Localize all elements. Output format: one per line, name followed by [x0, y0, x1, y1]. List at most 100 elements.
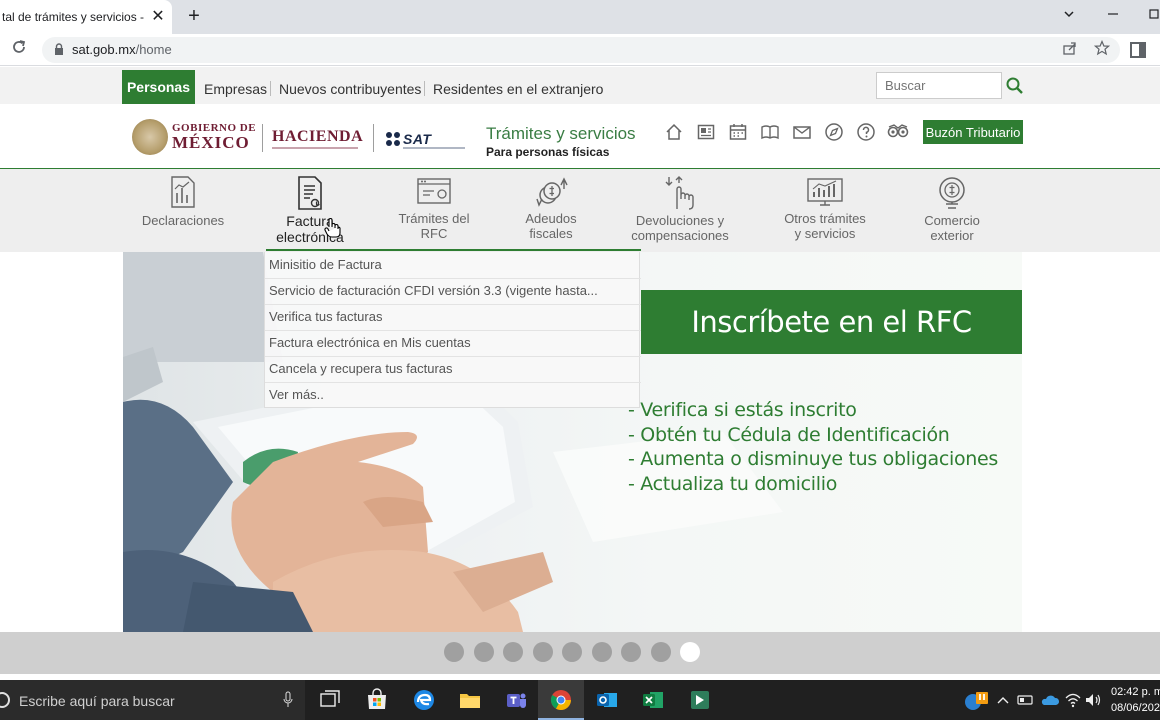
carousel-dot[interactable] [651, 642, 671, 662]
tab-search-chevron-icon[interactable] [1058, 5, 1080, 27]
nav-empresas[interactable]: Empresas [204, 81, 267, 97]
inscribete-rfc-banner[interactable]: Inscríbete en el RFC [641, 290, 1022, 354]
carousel-dot[interactable] [562, 642, 582, 662]
home-icon[interactable] [664, 122, 684, 142]
dropdown-item-ver-mas[interactable]: Ver más.. [269, 387, 324, 402]
share-icon[interactable] [1060, 40, 1080, 60]
debt-coins-icon [536, 177, 568, 207]
help-icon[interactable] [856, 122, 876, 142]
tab-title: tal de trámites y servicios - S/ [2, 10, 144, 24]
browser-tab[interactable]: tal de trámites y servicios - S/ ✕ [0, 0, 172, 34]
bookmark-star-icon[interactable] [1092, 39, 1112, 60]
minimize-window-button[interactable] [1102, 5, 1124, 27]
outlook-icon[interactable] [595, 688, 619, 712]
carousel-dot[interactable] [444, 642, 464, 662]
file-explorer-icon[interactable] [458, 688, 482, 712]
category-adeudos-fiscales[interactable]: Adeudos fiscales [510, 169, 592, 241]
onedrive-cloud-icon[interactable] [1040, 688, 1060, 712]
edge-icon[interactable] [412, 688, 436, 712]
dropdown-divider [265, 330, 641, 331]
sat-logo-subline [403, 147, 465, 149]
sat-logo[interactable]: SAT [403, 131, 431, 147]
compass-icon[interactable] [824, 122, 844, 142]
hacienda-logo[interactable]: HACIENDA [272, 128, 363, 146]
book-icon[interactable] [760, 122, 780, 142]
category-tramites-rfc[interactable]: Trámites del RFC [390, 169, 478, 241]
active-category-underline [266, 249, 641, 251]
clock-date: 08/06/202 [1111, 702, 1160, 714]
category-declaraciones[interactable]: Declaraciones [138, 169, 228, 228]
carousel-dot[interactable] [503, 642, 523, 662]
teams-icon[interactable] [504, 688, 528, 712]
dropdown-item-minisitio[interactable]: Minisitio de Factura [269, 257, 382, 272]
taskbar-search-box[interactable]: Escribe aquí para buscar [0, 680, 305, 720]
nav-divider [270, 81, 271, 96]
carousel-dot[interactable] [621, 642, 641, 662]
chart-document-icon [171, 176, 195, 208]
notification-badge-icon[interactable] [962, 688, 990, 712]
calendar-icon[interactable] [728, 122, 748, 142]
category-label: Declaraciones [141, 213, 225, 228]
dropdown-item-mis-cuentas[interactable]: Factura electrónica en Mis cuentas [269, 335, 471, 350]
excel-icon[interactable] [641, 688, 665, 712]
nav-divider [424, 81, 425, 96]
dropdown-item-verifica[interactable]: Verifica tus facturas [269, 309, 382, 324]
buzon-tributario-button[interactable]: Buzón Tributario [923, 120, 1023, 144]
carousel-dot[interactable] [474, 642, 494, 662]
dropdown-divider [265, 278, 641, 279]
store-icon[interactable] [365, 688, 389, 712]
category-label: Devoluciones y compensaciones [631, 213, 729, 243]
gobierno-logo-line2: MÉXICO [172, 133, 250, 152]
hacienda-logo-subline [272, 147, 358, 149]
restore-window-button[interactable] [1143, 5, 1160, 27]
volume-icon[interactable] [1084, 688, 1102, 712]
hand-cursor-icon [324, 218, 341, 238]
nav-residentes-extranjero[interactable]: Residentes en el extranjero [433, 81, 603, 97]
task-view-icon[interactable] [318, 688, 342, 712]
site-search-input[interactable] [877, 73, 1001, 98]
dropdown-item-cfdi-33[interactable]: Servicio de facturación CFDI versión 3.3… [269, 283, 598, 298]
logo-divider [373, 124, 374, 152]
category-comercio-exterior[interactable]: Comercio exterior [915, 169, 989, 243]
section-subtitle: Para personas físicas [486, 145, 610, 159]
site-search-box [876, 72, 1002, 99]
category-label: Comercio exterior [924, 213, 980, 243]
carousel-dot[interactable] [533, 642, 553, 662]
microphone-icon[interactable] [283, 691, 293, 708]
clock-time: 02:42 p. m. [1111, 686, 1160, 698]
side-panel-icon[interactable] [1130, 42, 1146, 58]
chevron-up-icon[interactable] [996, 688, 1010, 712]
url-bar[interactable]: sat.gob.mx/home [42, 37, 1120, 63]
refund-hand-icon [665, 176, 694, 210]
carousel-dot[interactable] [680, 642, 700, 662]
mask-icon[interactable] [886, 122, 910, 142]
reload-icon[interactable] [8, 39, 30, 61]
category-label: Otros trámites y servicios [784, 211, 866, 241]
gobierno-seal-logo[interactable] [132, 119, 168, 155]
hero-bullet-list: - Verifica si estás inscrito - Obtén tu … [628, 398, 998, 496]
sat-logo-mark-icon [386, 132, 400, 146]
dropdown-divider [265, 356, 641, 357]
category-label: Trámites del RFC [398, 211, 470, 241]
hero-bullet: - Obtén tu Cédula de Identificación [628, 423, 950, 446]
lock-icon [55, 43, 63, 55]
logo-divider [262, 124, 263, 152]
device-icon[interactable] [1016, 688, 1034, 712]
monitor-chart-icon [807, 178, 843, 206]
mail-icon[interactable] [792, 122, 812, 142]
taskbar-clock[interactable]: 02:42 p. m. 08/06/202 [1111, 684, 1160, 716]
nav-personas[interactable]: Personas [122, 70, 195, 104]
nav-nuevos-contribuyentes[interactable]: Nuevos contribuyentes [279, 81, 421, 97]
carousel-dot[interactable] [592, 642, 612, 662]
new-tab-button[interactable]: + [183, 6, 205, 28]
wifi-icon[interactable] [1064, 688, 1082, 712]
category-devoluciones[interactable]: Devoluciones y compensaciones [626, 169, 734, 243]
search-icon[interactable] [1005, 76, 1025, 96]
category-factura-electronica[interactable]: Factura electrónica [262, 169, 358, 245]
dropdown-item-cancela[interactable]: Cancela y recupera tus facturas [269, 361, 453, 376]
app-green-icon[interactable] [688, 688, 712, 712]
category-otros-tramites[interactable]: Otros trámites y servicios [780, 169, 870, 241]
newspaper-icon[interactable] [696, 122, 716, 142]
tab-close-icon[interactable]: ✕ [149, 8, 167, 26]
chrome-icon[interactable] [549, 688, 573, 712]
